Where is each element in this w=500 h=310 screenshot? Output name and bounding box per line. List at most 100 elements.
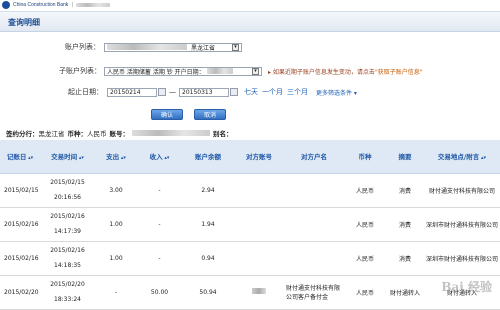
cell-summary: 消费 — [386, 241, 424, 275]
redacted-account — [107, 44, 187, 50]
account-label: 账号： — [110, 128, 130, 138]
cell-cp-name — [284, 207, 344, 241]
quick-7-days-link[interactable]: 七天 — [244, 87, 258, 97]
cell-place: 深圳市财付通科技有限公司 — [424, 207, 500, 241]
start-date-input[interactable]: 20150214 — [107, 88, 157, 97]
cell-out: - — [95, 275, 137, 309]
redacted-text — [76, 3, 110, 7]
date-range-label: 起止日期： — [68, 87, 103, 97]
cell-out: 3.00 — [95, 173, 137, 207]
calendar-icon[interactable] — [230, 88, 238, 96]
cell-time-clock: 14:17:39 — [40, 228, 95, 235]
more-filters-link[interactable]: 更多筛选条件 ▾ — [316, 88, 357, 97]
redacted-date — [207, 68, 233, 74]
cell-time: 2015/02/2018:33:24 — [40, 275, 95, 309]
cell-time-clock: 14:18:35 — [40, 262, 95, 269]
cell-summary: 财付通转入 — [386, 275, 424, 309]
redacted-cp-account — [252, 288, 266, 294]
cell-time: 2015/02/16 14:18:35 — [40, 241, 95, 275]
confirm-button[interactable]: 确认 — [151, 109, 183, 120]
sub-account-row: 子账户列表： 人民币 活期储蓄 活期 钞 开户日期： ▾ ▸ 如果近期子账户信息… — [59, 66, 422, 76]
cell-balance: 2.94 — [182, 173, 234, 207]
page-title: 查询明细 — [8, 17, 40, 28]
chevron-down-icon[interactable]: ▾ — [232, 44, 239, 51]
cell-out: 1.00 — [95, 207, 137, 241]
table-row: 2015/02/16 2015/02/1614:18:35 1.00 - 0.9… — [0, 241, 500, 275]
col-header-currency: 币种 — [344, 140, 386, 173]
cancel-button[interactable]: 取消 — [194, 109, 226, 120]
cell-place: 深圳市财付通科技有限公司 — [424, 241, 500, 275]
branch-label: 签约分行： — [6, 128, 39, 138]
date-separator: — — [169, 88, 176, 96]
table-row: 2015/02/20 2015/02/2018:33:24 - 50.00 50… — [0, 275, 500, 309]
cell-currency: 人民币 — [344, 241, 386, 275]
sub-account-hint: ▸ 如果近期子账户信息发生变动，请点击"获取子账户信息" — [268, 67, 422, 76]
sub-account-select[interactable]: 人民币 活期储蓄 活期 钞 开户日期： ▾ — [104, 67, 262, 76]
cell-time: 2015/02/1520:16:56 — [40, 173, 95, 207]
cell-cp-account — [234, 241, 284, 275]
bank-name: China Construction Bank — [13, 2, 68, 8]
alias-label: 别名： — [213, 128, 233, 138]
col-header-expense[interactable]: 支出 — [95, 140, 137, 173]
refresh-sub-account-link[interactable]: "获取子账户信息" — [375, 69, 423, 76]
account-list-select[interactable]: 黑龙江省 ▾ — [104, 43, 242, 52]
page-title-bar: 查询明细 — [0, 11, 500, 32]
col-header-summary: 摘要 — [386, 140, 424, 173]
cell-time-date: 2015/02/20 — [40, 281, 95, 288]
cell-date: 2015/02/16 — [0, 207, 40, 241]
col-header-cp-name: 对方户名 — [284, 140, 344, 173]
chevron-down-icon[interactable]: ▾ — [252, 68, 259, 75]
cell-cp-name: 财付通支付科技有限公司客户备付金 — [284, 275, 344, 309]
col-header-place[interactable]: 交易地点/附言 — [424, 140, 500, 173]
cell-time-date: 2015/02/16 — [40, 213, 95, 220]
bank-logo: China Construction Bank | — [2, 0, 110, 10]
cell-time-clock: 20:16:56 — [40, 194, 95, 201]
logo-separator: | — [71, 2, 73, 8]
account-list-value: 黑龙江省 — [191, 43, 215, 52]
account-info-line: 签约分行： 黑龙江省 币种： 人民币 账号： 别名： — [6, 128, 233, 138]
cell-time-date: 2015/02/16 — [40, 247, 95, 254]
currency-label: 币种： — [68, 128, 88, 138]
cell-in: 50.00 — [137, 275, 182, 309]
quick-1-month-link[interactable]: 一个月 — [262, 87, 283, 97]
table-row: 2015/02/15 2015/02/1520:16:56 3.00 - 2.9… — [0, 173, 500, 207]
hint-text: 如果近期子账户信息发生变动，请点击 — [273, 69, 375, 76]
cell-date: 2015/02/15 — [0, 173, 40, 207]
redacted-account-number — [132, 130, 210, 136]
cell-cp-account — [234, 207, 284, 241]
cell-cp-name — [284, 173, 344, 207]
end-date-input[interactable]: 20150313 — [179, 88, 229, 97]
ccb-logo-icon — [2, 1, 10, 9]
quick-3-months-link[interactable]: 三个月 — [287, 87, 308, 97]
col-header-trade-time[interactable]: 交易时间 — [40, 140, 95, 173]
col-header-income[interactable]: 收入 — [137, 140, 182, 173]
date-range-row: 起止日期： 20150214 — 20150313 七天 一个月 三个月 更多筛… — [68, 87, 357, 97]
table-row: 2015/02/16 2015/02/1614:17:39 1.00 - 1.9… — [0, 207, 500, 241]
cell-cp-account — [234, 275, 284, 309]
table-header-row: 记账日 交易时间 支出 收入 账户余额 对方账号 对方户名 币种 摘要 交易地点… — [0, 140, 500, 173]
branch-value: 黑龙江省 — [39, 128, 65, 138]
col-header-cp-account: 对方账号 — [234, 140, 284, 173]
cell-currency: 人民币 — [344, 275, 386, 309]
account-list-row: 账户列表： 黑龙江省 ▾ — [65, 42, 242, 52]
cell-out: 1.00 — [95, 241, 137, 275]
watermark: Bai 经验 — [441, 278, 492, 295]
cell-in: - — [137, 241, 182, 275]
sub-account-label: 子账户列表： — [59, 66, 101, 76]
cell-balance: 50.94 — [182, 275, 234, 309]
cell-currency: 人民币 — [344, 207, 386, 241]
cell-cp-name — [284, 241, 344, 275]
cell-date: 2015/02/16 — [0, 241, 40, 275]
cell-place: 财付通支付科技有限公司 — [424, 173, 500, 207]
col-header-book-date[interactable]: 记账日 — [0, 140, 40, 173]
cell-date: 2015/02/20 — [0, 275, 40, 309]
calendar-icon[interactable] — [158, 88, 166, 96]
cell-cp-account — [234, 173, 284, 207]
cell-in: - — [137, 207, 182, 241]
account-list-label: 账户列表： — [65, 42, 100, 52]
cell-in: - — [137, 173, 182, 207]
cell-summary: 消费 — [386, 207, 424, 241]
sub-account-value: 人民币 活期储蓄 活期 钞 开户日期： — [107, 67, 205, 76]
top-bar: China Construction Bank | — [0, 0, 500, 10]
col-header-balance: 账户余额 — [182, 140, 234, 173]
